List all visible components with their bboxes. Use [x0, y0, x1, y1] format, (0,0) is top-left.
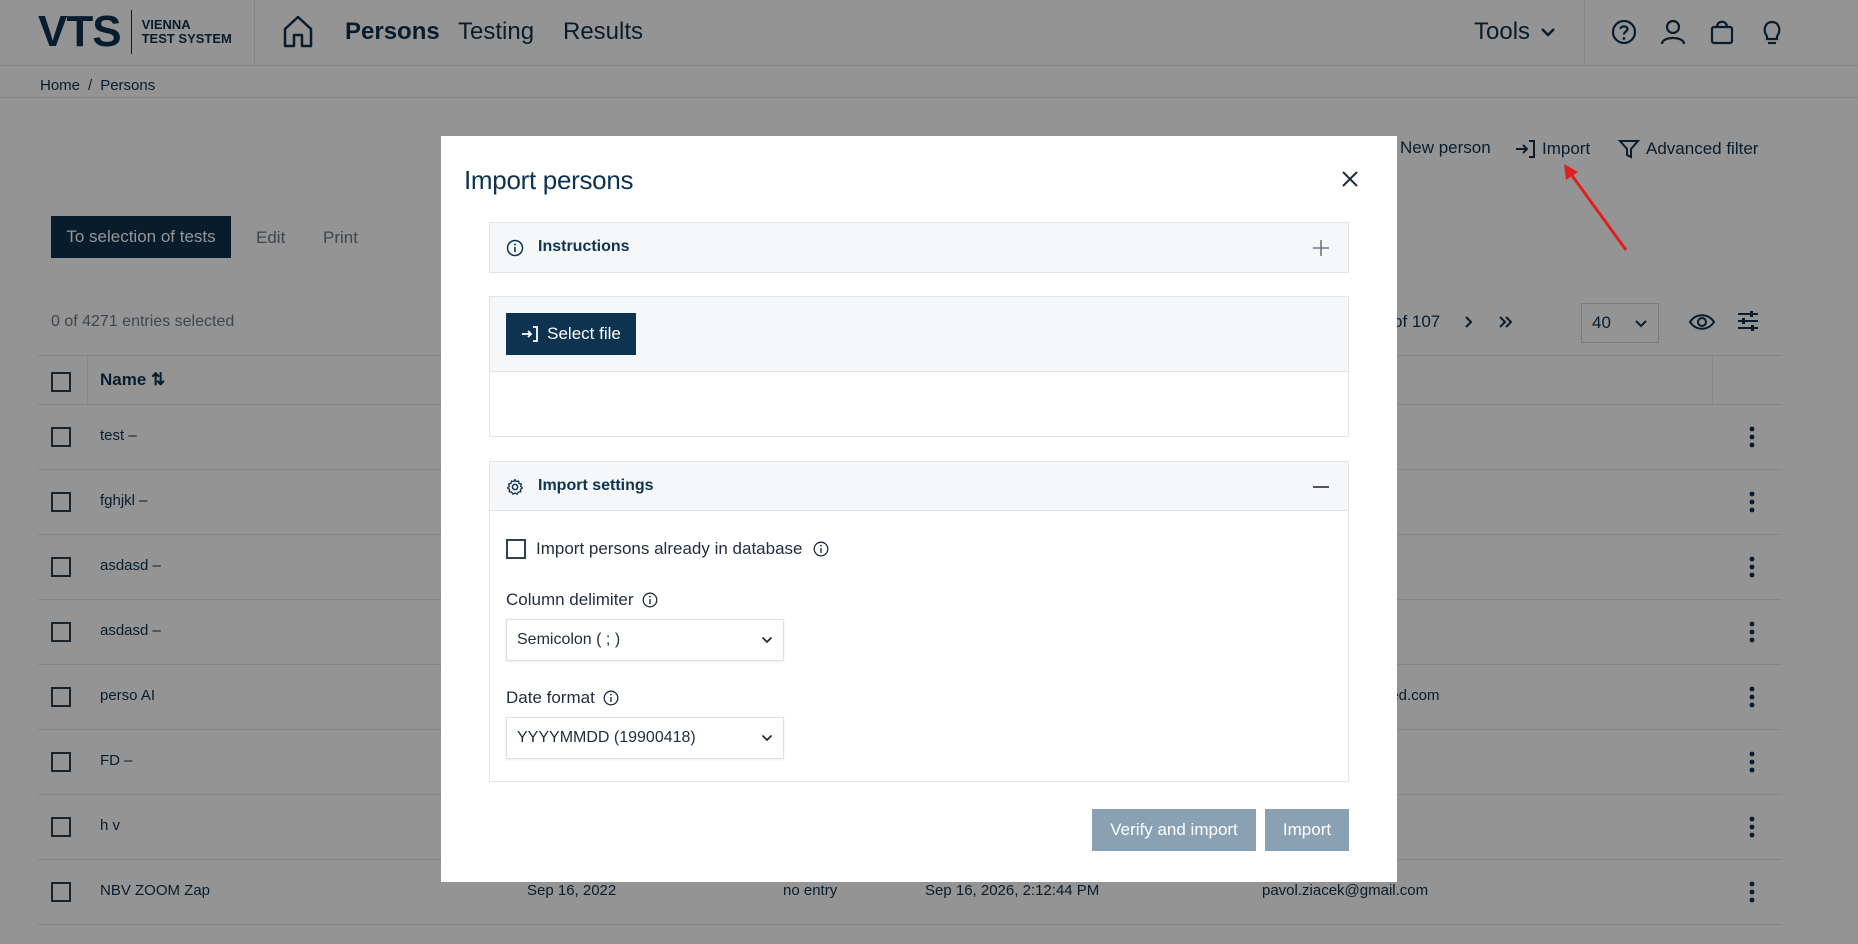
- import-persons-dialog: Import persons Instructions Select file: [441, 136, 1397, 882]
- file-import-icon: [522, 326, 539, 342]
- select-file-button[interactable]: Select file: [506, 313, 636, 355]
- column-delimiter-field-label: Column delimiter: [506, 590, 658, 610]
- minus-icon[interactable]: [1312, 478, 1330, 496]
- instructions-label: Instructions: [538, 238, 630, 255]
- close-icon[interactable]: [1341, 170, 1359, 188]
- chevron-down-icon: [761, 636, 773, 644]
- select-file-label: Select file: [547, 324, 621, 343]
- date-format-value: YYYYMMDD (19900418): [517, 729, 696, 746]
- import-settings-label: Import settings: [538, 477, 654, 494]
- info-icon: [506, 239, 524, 257]
- import-settings-header[interactable]: Import settings: [490, 462, 1348, 511]
- verify-and-import-button[interactable]: Verify and import: [1092, 809, 1256, 851]
- instructions-panel: Instructions: [489, 222, 1349, 273]
- column-delimiter-select[interactable]: Semicolon ( ; ): [506, 619, 784, 661]
- import-existing-option: Import persons already in database: [506, 539, 829, 559]
- info-icon[interactable]: [642, 592, 658, 608]
- dialog-title: Import persons: [464, 165, 634, 195]
- file-upload-panel: Select file: [489, 296, 1349, 437]
- info-icon[interactable]: [603, 690, 619, 706]
- import-existing-label[interactable]: Import persons already in database: [536, 539, 803, 559]
- chevron-down-icon: [761, 734, 773, 742]
- column-delimiter-label: Column delimiter: [506, 590, 634, 609]
- import-submit-button[interactable]: Import: [1265, 809, 1349, 851]
- annotation-arrow: [1564, 164, 1628, 251]
- date-format-label: Date format: [506, 688, 595, 707]
- column-delimiter-value: Semicolon ( ; ): [517, 631, 621, 648]
- gear-icon: [506, 478, 524, 495]
- import-existing-checkbox[interactable]: [506, 539, 526, 559]
- plus-icon[interactable]: [1312, 239, 1330, 257]
- instructions-header[interactable]: Instructions: [490, 223, 1348, 272]
- date-format-field-label: Date format: [506, 688, 619, 708]
- file-upload-toolbar: Select file: [490, 297, 1348, 372]
- import-settings-panel: Import settings Import persons already i…: [489, 461, 1349, 782]
- info-icon[interactable]: [813, 541, 829, 557]
- date-format-select[interactable]: YYYYMMDD (19900418): [506, 717, 784, 759]
